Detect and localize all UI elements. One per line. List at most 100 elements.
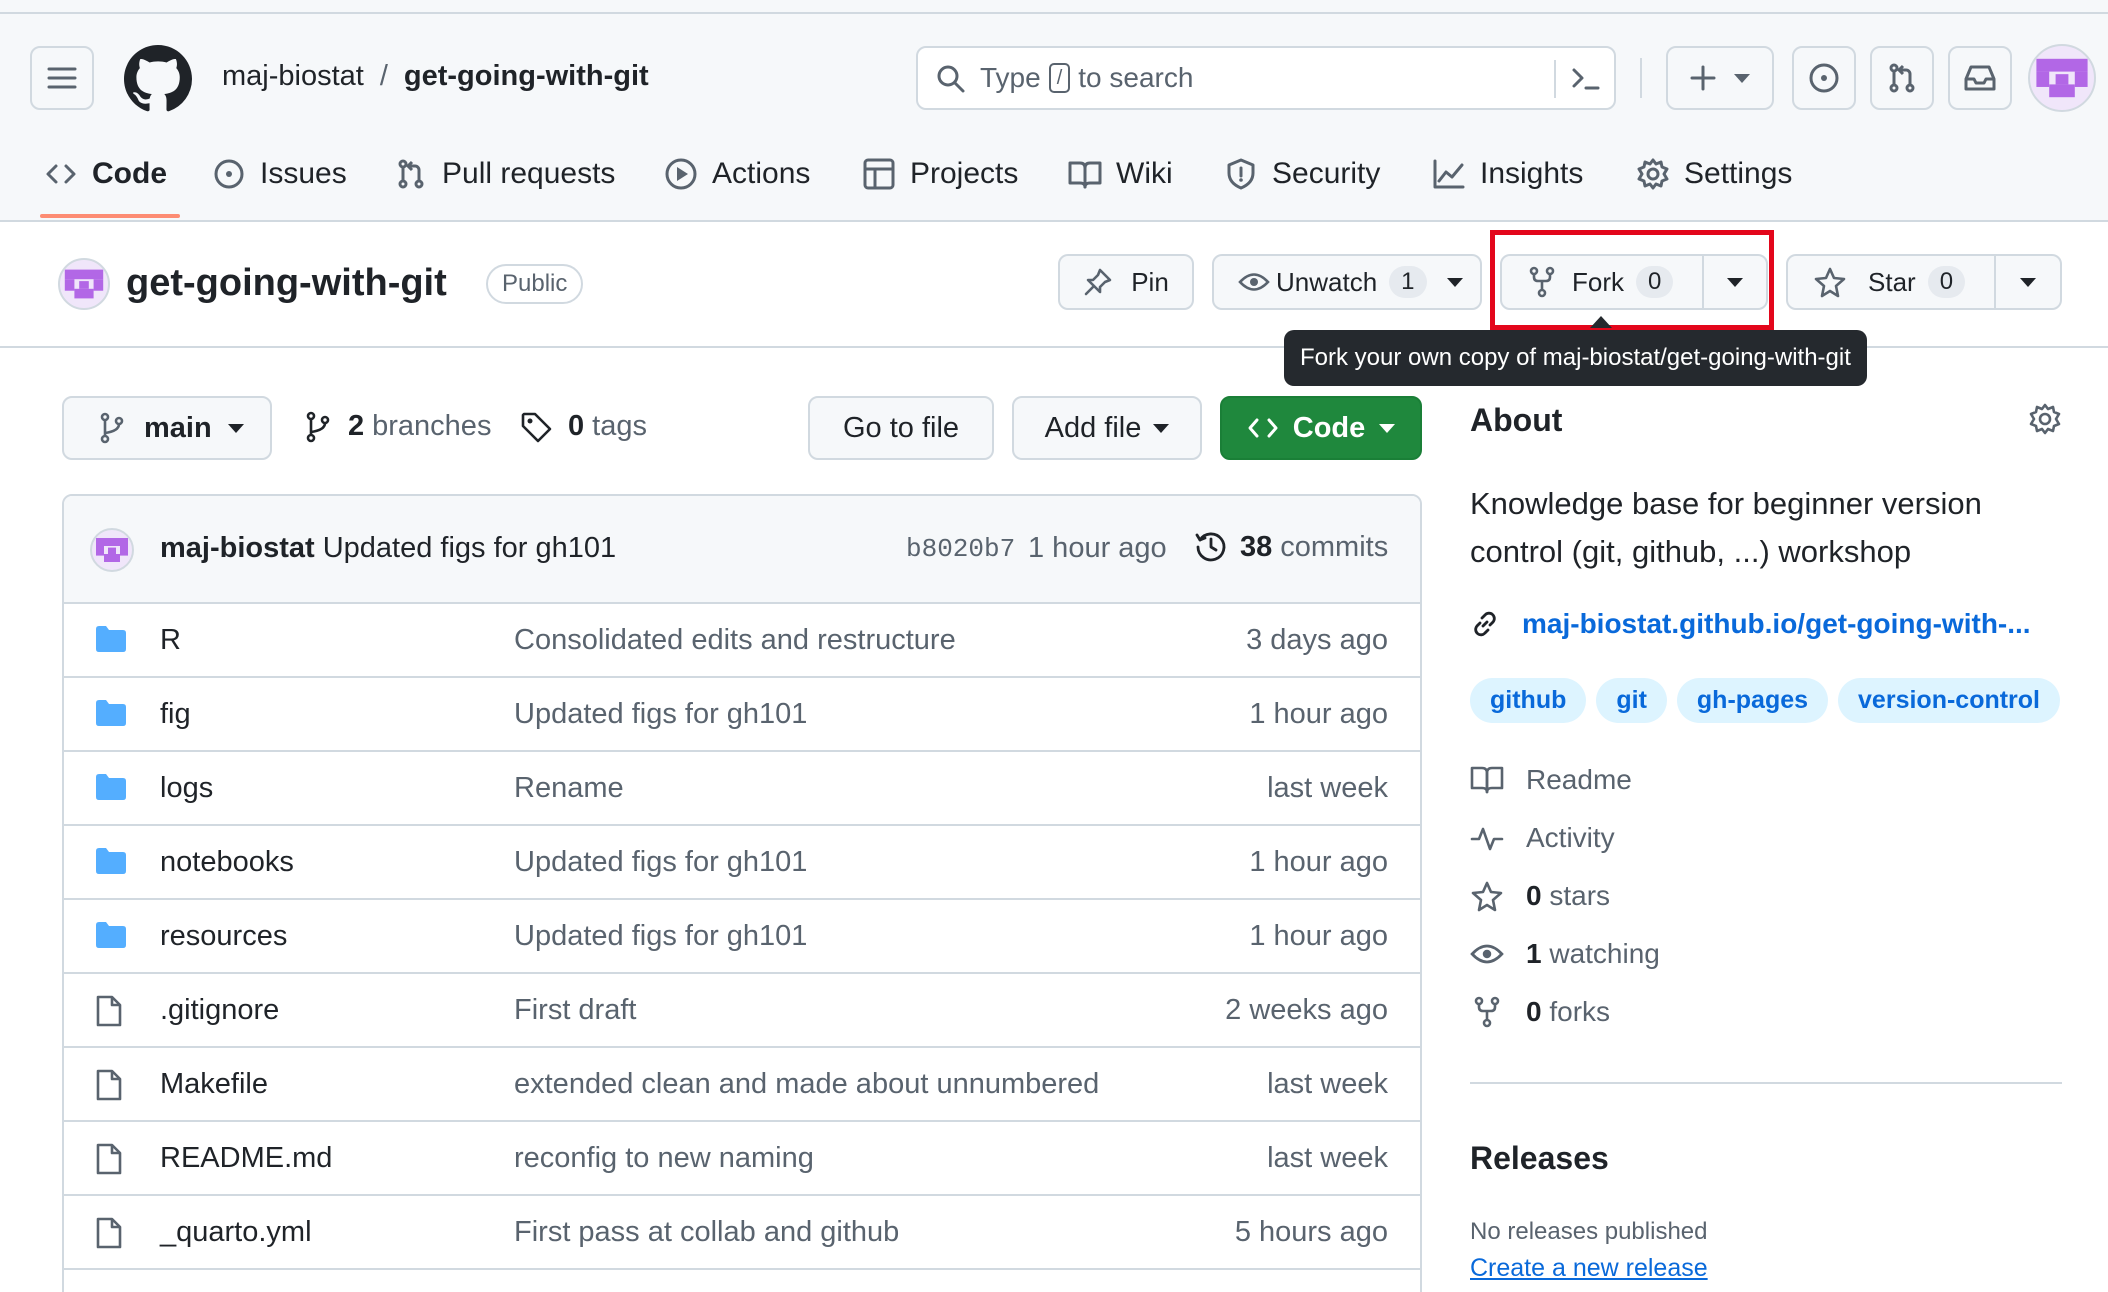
- star-dropdown-button[interactable]: [1994, 254, 2062, 310]
- file-row[interactable]: README.md reconfig to new naming last week: [64, 1122, 1420, 1196]
- tab-wiki[interactable]: Wiki: [1068, 148, 1173, 200]
- go-to-file-button[interactable]: Go to file: [808, 396, 994, 460]
- pin-icon: [1084, 268, 1112, 296]
- activity-link[interactable]: Activity: [1470, 822, 1615, 854]
- file-commit-message[interactable]: Updated figs for gh101: [514, 698, 807, 731]
- gear-icon: [1637, 158, 1669, 190]
- file-icon: [96, 995, 122, 1027]
- graph-icon: [1433, 159, 1465, 189]
- homepage-link[interactable]: maj-biostat.github.io/get-going-with-...: [1470, 608, 2031, 640]
- forks-link[interactable]: 0 forks: [1470, 996, 1610, 1028]
- file-name[interactable]: logs: [160, 772, 213, 805]
- file-icon-wrap: [94, 1216, 124, 1250]
- tags-count: 0: [568, 410, 585, 442]
- branches-link[interactable]: 2 branches: [304, 410, 491, 443]
- search-input[interactable]: Type / to search: [916, 46, 1616, 110]
- folder-row[interactable]: resources Updated figs for gh101 1 hour ag…: [64, 900, 1420, 974]
- tab-label: Projects: [910, 157, 1019, 190]
- file-row[interactable]: _quarto.yml First pass at collab and gith…: [64, 1196, 1420, 1270]
- github-logo-icon[interactable]: [124, 45, 192, 113]
- tab-pull-requests[interactable]: Pull requests: [394, 148, 615, 200]
- file-name[interactable]: _quarto.yml: [160, 1216, 312, 1249]
- tab-actions[interactable]: Actions: [664, 148, 810, 200]
- commit-sha[interactable]: b8020b7: [906, 534, 1015, 564]
- tab-label: Code: [92, 157, 167, 190]
- create-release-link[interactable]: Create a new release: [1470, 1254, 1708, 1283]
- topic-tag[interactable]: gh-pages: [1676, 678, 1829, 723]
- readme-label: Readme: [1526, 764, 1632, 795]
- command-palette-icon[interactable]: [1570, 64, 1602, 94]
- tab-security[interactable]: Security: [1224, 148, 1380, 200]
- tab-insights[interactable]: Insights: [1432, 148, 1583, 200]
- commits-label: commits: [1280, 530, 1389, 563]
- folder-row[interactable]: notebooks Updated figs for gh101 1 hour ag…: [64, 826, 1420, 900]
- file-commit-message[interactable]: First draft: [514, 994, 636, 1027]
- watching-link[interactable]: 1 watching: [1470, 938, 1660, 970]
- gear-icon[interactable]: [2028, 402, 2062, 436]
- create-new-button[interactable]: [1666, 46, 1774, 110]
- file-commit-message[interactable]: First pass at collab and github: [514, 1216, 899, 1249]
- releases-heading[interactable]: Releases: [1470, 1140, 1609, 1177]
- user-avatar[interactable]: [2028, 44, 2096, 112]
- menu-button[interactable]: [30, 46, 94, 110]
- file-name[interactable]: notebooks: [160, 846, 294, 879]
- folder-row[interactable]: logs Rename last week: [64, 752, 1420, 826]
- owner-link[interactable]: maj-biostat: [222, 60, 364, 93]
- pull-requests-button[interactable]: [1870, 46, 1934, 110]
- file-commit-message[interactable]: Consolidated edits and restructure: [514, 624, 956, 657]
- file-name[interactable]: .gitignore: [160, 994, 279, 1027]
- tab-settings[interactable]: Settings: [1636, 148, 1792, 200]
- commit-author-avatar[interactable]: [90, 528, 134, 572]
- tags-label: tags: [592, 410, 647, 442]
- file-name[interactable]: Makefile: [160, 1068, 268, 1101]
- stars-link[interactable]: 0 stars: [1470, 880, 1610, 912]
- star-icon: [1471, 881, 1503, 912]
- file-commit-message[interactable]: reconfig to new naming: [514, 1142, 814, 1175]
- file-commit-time: 2 weeks ago: [1225, 994, 1388, 1026]
- tab-code[interactable]: Code: [44, 148, 167, 200]
- file-name[interactable]: README.md: [160, 1142, 332, 1175]
- file-commit-message[interactable]: Updated figs for gh101: [514, 846, 807, 879]
- file-row[interactable]: Makefile extended clean and made about un…: [64, 1048, 1420, 1122]
- commit-message[interactable]: Updated figs for gh101: [323, 532, 616, 565]
- tab-issues[interactable]: Issues: [212, 148, 347, 200]
- code-button[interactable]: Code: [1220, 396, 1422, 460]
- folder-row[interactable]: fig Updated figs for gh101 1 hour ago: [64, 678, 1420, 752]
- commit-author[interactable]: maj-biostat: [160, 532, 315, 565]
- tags-link[interactable]: 0 tags: [520, 410, 647, 443]
- fork-icon: [1474, 996, 1500, 1028]
- repo-link[interactable]: get-going-with-git: [404, 60, 649, 93]
- topic-tag[interactable]: git: [1596, 678, 1667, 723]
- file-name[interactable]: resources: [160, 920, 287, 953]
- topic-tag[interactable]: github: [1470, 678, 1587, 723]
- repo-title[interactable]: get-going-with-git: [126, 262, 447, 305]
- tab-projects[interactable]: Projects: [862, 148, 1018, 200]
- header-divider: [1640, 58, 1642, 98]
- add-file-button[interactable]: Add file: [1012, 396, 1202, 460]
- file-commit-message[interactable]: Rename: [514, 772, 624, 805]
- chevron-down-icon: [1153, 423, 1170, 433]
- pin-button[interactable]: Pin: [1058, 254, 1194, 310]
- folder-row[interactable]: R Consolidated edits and restructure 3 day…: [64, 604, 1420, 678]
- star-button[interactable]: Star 0: [1786, 254, 1996, 310]
- file-icon: [96, 1217, 122, 1249]
- topic-tag[interactable]: version-control: [1838, 678, 2061, 723]
- issues-button[interactable]: [1792, 46, 1856, 110]
- branch-selector[interactable]: main: [62, 396, 272, 460]
- plus-icon: [1690, 65, 1716, 91]
- readme-link[interactable]: Readme: [1470, 764, 1632, 796]
- homepage-url[interactable]: maj-biostat.github.io/get-going-with-...: [1522, 608, 2031, 640]
- inbox-button[interactable]: [1948, 46, 2012, 110]
- active-tab-underline: [40, 214, 180, 218]
- file-name[interactable]: fig: [160, 698, 191, 731]
- watching-count: 1: [1526, 938, 1542, 969]
- commits-link[interactable]: 38 commits: [1194, 530, 1388, 564]
- file-row[interactable]: .gitignore First draft 2 weeks ago: [64, 974, 1420, 1048]
- unwatch-button[interactable]: Unwatch 1: [1212, 254, 1482, 310]
- file-name[interactable]: R: [160, 624, 181, 657]
- file-commit-message[interactable]: extended clean and made about unnumbered: [514, 1068, 1099, 1101]
- file-commit-message[interactable]: Updated figs for gh101: [514, 920, 807, 953]
- file-commit-time: 1 hour ago: [1249, 698, 1388, 730]
- commit-time: 1 hour ago: [1028, 532, 1167, 564]
- chevron-down-icon: [1734, 73, 1750, 83]
